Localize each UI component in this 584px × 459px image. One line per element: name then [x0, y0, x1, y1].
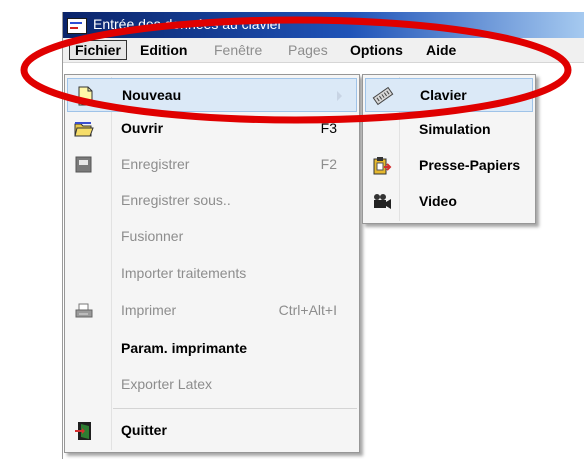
new-document-icon	[74, 86, 96, 106]
menu-item-label: Fusionner	[121, 228, 184, 244]
submenu-item-presse-papiers[interactable]: Presse-Papiers	[365, 149, 533, 183]
menu-item-fusionner[interactable]: Fusionner	[67, 220, 357, 254]
submenu-item-simulation[interactable]: Simulation	[365, 113, 533, 147]
menu-item-shortcut: Ctrl+Alt+I	[278, 302, 337, 318]
submenu-item-video[interactable]: Video	[365, 185, 533, 219]
submenu-item-label: Presse-Papiers	[419, 157, 521, 173]
submenu-item-label: Clavier	[420, 87, 467, 103]
app-icon	[67, 18, 87, 34]
menu-item-label: Importer traitements	[121, 265, 247, 281]
menu-item-label: Enregistrer sous..	[121, 192, 231, 208]
window-title: Entrée des données au clavier	[93, 16, 283, 32]
submenu-item-clavier[interactable]: Clavier	[365, 78, 533, 112]
menu-item-label: Imprimer	[121, 302, 177, 318]
menu-item-quitter[interactable]: Quitter	[67, 414, 357, 448]
menu-bar: Fichier Edition Fenêtre Pages Options Ai…	[63, 38, 584, 63]
menu-item-shortcut: F2	[320, 156, 337, 172]
menu-item-label: Param. imprimante	[121, 340, 248, 356]
submenu-item-label: Video	[419, 193, 457, 209]
printer-icon	[73, 301, 95, 321]
menu-edition[interactable]: Edition	[135, 41, 192, 59]
video-camera-icon	[371, 192, 393, 212]
menu-pages[interactable]: Pages	[283, 41, 333, 59]
menu-item-importer-traitements[interactable]: Importer traitements	[67, 257, 357, 291]
menu-item-nouveau[interactable]: Nouveau	[67, 78, 357, 112]
menu-item-param-imprimante[interactable]: Param. imprimante	[67, 332, 357, 366]
menu-item-enregistrer[interactable]: Enregistrer F2	[67, 148, 357, 182]
menu-separator	[113, 408, 357, 409]
menu-item-imprimer[interactable]: Imprimer Ctrl+Alt+I	[67, 294, 357, 328]
menu-options[interactable]: Options	[345, 41, 408, 59]
submenu-arrow-icon	[337, 91, 342, 101]
keyboard-icon	[372, 86, 394, 106]
menu-item-label: Exporter Latex	[121, 376, 213, 392]
menu-item-enregistrer-sous[interactable]: Enregistrer sous..	[67, 184, 357, 218]
menu-item-ouvrir[interactable]: Ouvrir F3	[67, 112, 357, 146]
menu-item-exporter-latex[interactable]: Exporter Latex	[67, 368, 357, 402]
clipboard-icon	[371, 156, 393, 176]
menu-item-label: Ouvrir	[121, 120, 164, 136]
nouveau-submenu: Clavier Simulation Presse-Papiers Video	[362, 74, 536, 224]
save-icon	[73, 155, 95, 175]
menu-item-label: Quitter	[121, 422, 167, 438]
menu-fichier[interactable]: Fichier	[69, 40, 127, 60]
menu-item-label: Enregistrer	[121, 156, 190, 172]
menu-item-label: Nouveau	[122, 87, 182, 103]
submenu-item-label: Simulation	[419, 121, 491, 137]
menu-aide[interactable]: Aide	[421, 41, 461, 59]
fichier-dropdown-menu: Nouveau Ouvrir F3 Enregistrer F2 Enregis…	[64, 74, 360, 453]
exit-door-icon	[73, 421, 95, 441]
open-folder-icon	[73, 119, 95, 139]
title-bar: Entrée des données au clavier	[63, 12, 584, 38]
menu-fenetre[interactable]: Fenêtre	[209, 41, 267, 59]
menu-item-shortcut: F3	[320, 120, 337, 136]
